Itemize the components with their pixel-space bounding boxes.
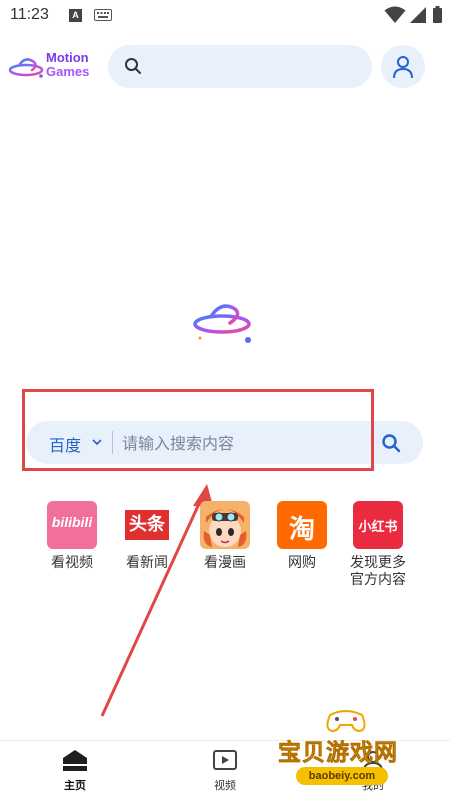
taobao-tile-text: 淘: [288, 515, 315, 545]
shortcut-label: 发现更多 官方内容: [350, 555, 406, 588]
center-planet-logo-icon: [193, 304, 251, 343]
manga-icon[interactable]: [200, 501, 250, 549]
shortcut-label: 网购: [288, 555, 316, 571]
shortcut-label: 看视频: [51, 555, 93, 571]
status-time: 11:23: [10, 6, 49, 23]
motion-games-logo: Motion Games: [8, 50, 103, 84]
manga-character-icon: [203, 509, 247, 547]
xiaohongshu-icon[interactable]: 小红书: [353, 501, 403, 549]
xiaohongshu-tile-text: 小红书: [358, 520, 398, 535]
bilibili-tile-text: bilibili: [51, 514, 93, 530]
search-icon: [125, 58, 141, 74]
watermark: 宝贝游戏网 baobeiy.com: [272, 705, 432, 800]
toutiao-icon[interactable]: 头条: [122, 501, 172, 549]
shortcut-toutiao[interactable]: 头条 看新闻: [112, 501, 182, 572]
watermark-url: baobeiy.com: [296, 767, 388, 785]
notification-a-icon: A: [69, 9, 82, 22]
header-search-bar[interactable]: [108, 45, 372, 88]
keyboard-icon: [94, 9, 112, 21]
home-icon: [63, 750, 87, 771]
annotation-highlight-box: [22, 389, 374, 471]
signal-icon: [410, 7, 426, 23]
planet-logo-icon: [8, 58, 44, 78]
video-icon: [213, 750, 237, 770]
logo-line1: Motion: [46, 50, 89, 65]
gamepad-icon: [326, 710, 366, 733]
wifi-icon: [384, 6, 406, 23]
shortcut-label: 看漫画: [204, 555, 246, 571]
profile-button[interactable]: [381, 45, 425, 88]
watermark-title: 宝贝游戏网: [278, 740, 398, 767]
user-icon: [393, 56, 413, 79]
shortcut-taobao[interactable]: 淘 网购: [267, 501, 337, 572]
toutiao-tile-text: 头条: [125, 510, 169, 540]
taobao-icon[interactable]: 淘: [277, 501, 327, 549]
shortcut-bilibili[interactable]: bilibili 看视频: [37, 501, 107, 572]
nav-label-home: 主页: [64, 779, 86, 792]
status-bar: 11:23 A: [0, 0, 450, 32]
logo-line2: Games: [46, 64, 90, 79]
shortcut-manga[interactable]: 看漫画: [190, 501, 260, 572]
battery-icon: [433, 6, 442, 23]
nav-item-video[interactable]: 视频: [190, 749, 260, 793]
shortcut-xiaohongshu[interactable]: 小红书 发现更多 官方内容: [343, 501, 413, 589]
nav-item-home[interactable]: 主页: [40, 749, 110, 793]
nav-label-video: 视频: [214, 779, 236, 792]
logo-text: Motion Games: [46, 51, 89, 79]
bilibili-icon[interactable]: bilibili: [47, 501, 97, 549]
search-submit-icon[interactable]: [381, 433, 401, 453]
shortcut-label: 看新闻: [126, 555, 168, 571]
